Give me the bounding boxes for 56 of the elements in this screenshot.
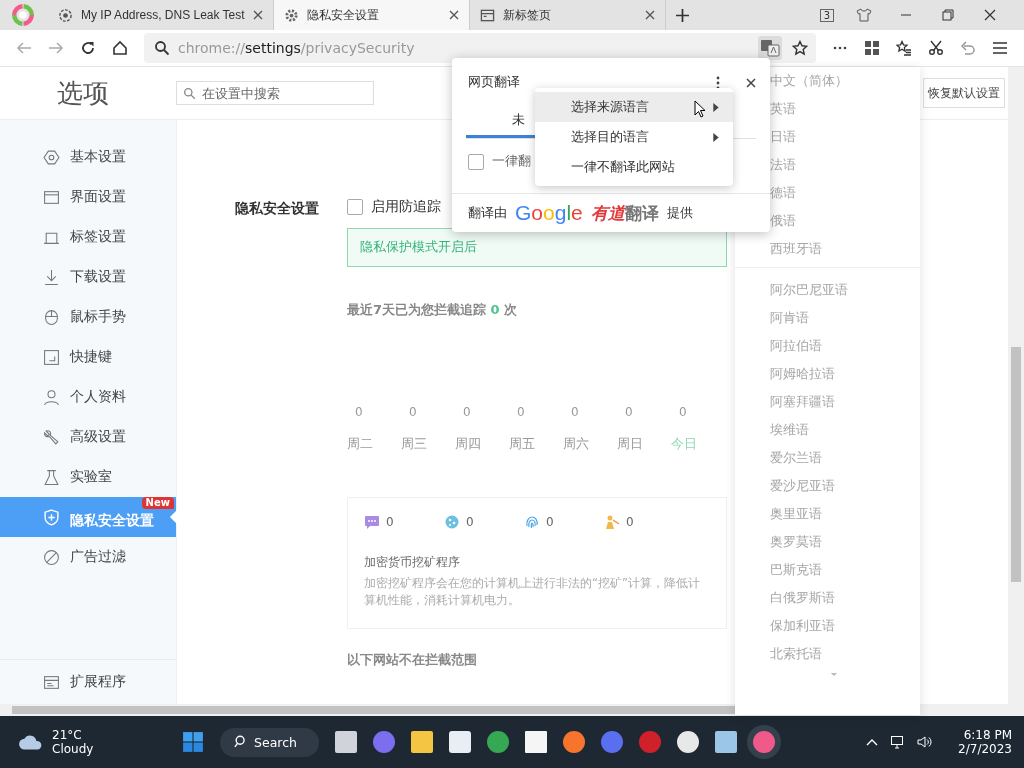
whitelist-heading: 以下网站不在拦截范围 — [347, 650, 478, 669]
day-label: 周六 — [563, 435, 589, 453]
page-title: 选项 — [56, 76, 110, 110]
sidebar-item[interactable]: 鼠标手势 — [0, 297, 176, 337]
new-badge: New — [141, 497, 174, 509]
sidebar-item[interactable]: 快捷键 — [0, 337, 176, 377]
address-bar[interactable]: chrome://settings/privacySecurity — [144, 33, 816, 63]
popup-title: 网页翻译 — [468, 74, 521, 91]
url-text: chrome://settings/privacySecurity — [178, 40, 415, 56]
stat-count: 0 — [546, 515, 554, 529]
section-label: 隐私安全设置 — [234, 199, 320, 218]
day-label: 今日 — [671, 435, 697, 453]
sidebar-item[interactable]: 高级设置 — [0, 417, 176, 457]
day-count: 0 — [678, 405, 687, 419]
clock-time[interactable]: 6:18 PM — [963, 728, 1012, 742]
sidebar-item[interactable]: 界面设置 — [0, 177, 176, 217]
tab-count-icon[interactable]: 3 — [819, 8, 834, 22]
sidebar-item[interactable]: 基本设置 — [0, 137, 176, 177]
credit-text: 提供 — [666, 204, 693, 222]
search-field[interactable]: 在设置中搜索 — [176, 81, 374, 105]
browser-tab[interactable]: 隐私安全设置 — [273, 0, 470, 30]
day-count: 0 — [354, 405, 363, 419]
notice-banner: 隐私保护模式开启后 — [347, 228, 727, 267]
day-label: 周日 — [617, 435, 643, 453]
always-translate-checkbox[interactable]: 一律翻 — [452, 139, 531, 170]
day-count: 0 — [624, 405, 633, 419]
threat-description: 加密挖矿程序会在您的计算机上进行非法的“挖矿”计算，降低计算机性能，消耗计算机电力。 — [364, 575, 701, 610]
day-label: 周三 — [401, 435, 427, 453]
blocked-summary: 最近7天已为您拦截追踪 0 次 — [347, 301, 519, 319]
day-count: 0 — [570, 405, 579, 419]
sidebar-item[interactable]: 标签设置 — [0, 217, 176, 257]
day-count: 0 — [408, 405, 417, 419]
menu-item[interactable]: 选择来源语言 — [535, 92, 733, 122]
sidebar-item[interactable]: 下载设置 — [0, 257, 176, 297]
stat-count: 0 — [466, 515, 474, 529]
restore-defaults-button[interactable]: 恢复默认设置 — [923, 78, 1005, 108]
threat-title: 加密货币挖矿程序 — [364, 554, 461, 571]
youdao-logo: 有道翻译 — [590, 201, 659, 225]
day-count: 0 — [516, 405, 525, 419]
weather-condition: Cloudy — [52, 742, 94, 756]
taskbar-search[interactable]: Search — [220, 727, 319, 757]
temperature: 21°C — [52, 728, 83, 742]
tracking-checkbox[interactable]: 启用防追踪 — [347, 198, 441, 216]
google-logo: Google — [515, 201, 583, 225]
sidebar-item[interactable]: 个人资料 — [0, 377, 176, 417]
sidebar-item[interactable]: 广告过滤 — [0, 537, 176, 577]
stat-count: 0 — [386, 515, 394, 529]
day-label: 周四 — [455, 435, 481, 453]
clock-date[interactable]: 2/7/2023 — [958, 742, 1012, 756]
credit-text: 翻译由 — [468, 204, 507, 222]
day-label: 周二 — [347, 435, 373, 453]
stat-count: 0 — [626, 515, 634, 529]
day-label: 周五 — [509, 435, 535, 453]
day-count: 0 — [462, 405, 471, 419]
menu-item[interactable]: 一律不翻译此网站 — [535, 152, 733, 182]
sidebar-item[interactable]: 实验室 — [0, 457, 176, 497]
